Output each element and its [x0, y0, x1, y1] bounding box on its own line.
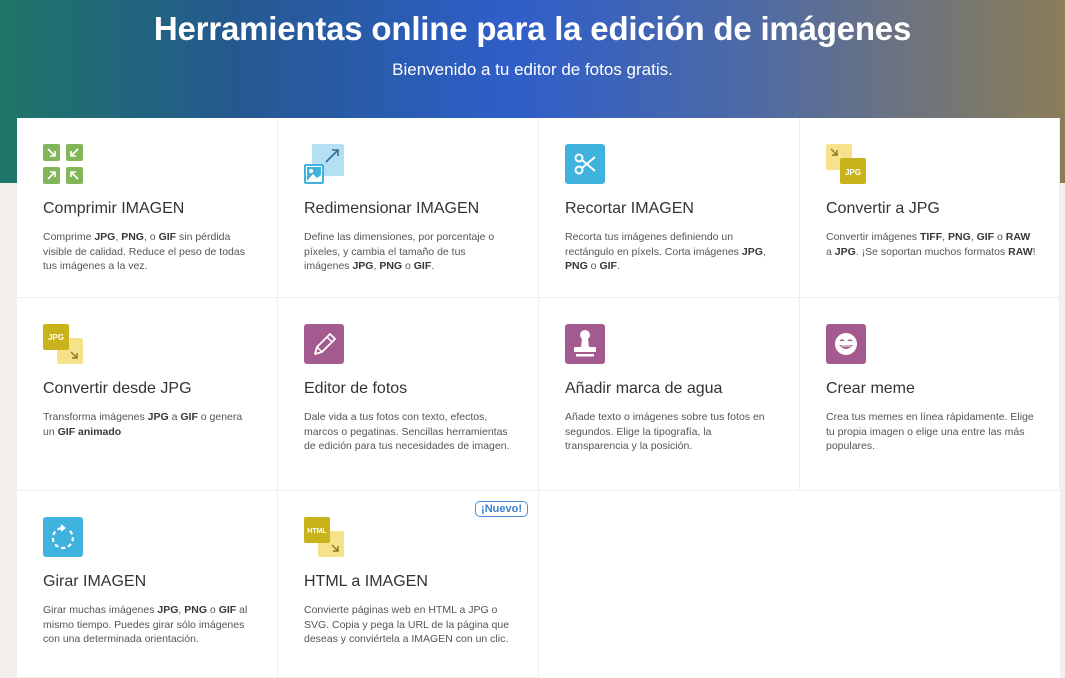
- tool-title: HTML a IMAGEN: [304, 573, 428, 590]
- tool-card-rotate[interactable]: Girar IMAGEN Girar muchas imágenes JPG, …: [17, 491, 278, 678]
- tool-description: Crea tus memes en línea rápidamente. Eli…: [826, 411, 1034, 452]
- tool-title: Comprimir IMAGEN: [43, 200, 185, 217]
- new-badge: ¡Nuevo!: [475, 501, 528, 517]
- html-to-image-icon: HTML: [304, 517, 344, 557]
- tools-grid: Comprimir IMAGEN Comprime JPG, PNG, o GI…: [17, 118, 1060, 678]
- meme-face-icon: [826, 324, 866, 364]
- tool-title: Editor de fotos: [304, 380, 408, 397]
- svg-text:JPG: JPG: [48, 333, 64, 342]
- tool-description: Recorta tus imágenes definiendo un rectá…: [565, 231, 766, 272]
- tool-description: Girar muchas imágenes JPG, PNG o GIF al …: [43, 604, 248, 645]
- tool-description: Convierte páginas web en HTML a JPG o SV…: [304, 604, 510, 645]
- tool-title: Girar IMAGEN: [43, 573, 147, 590]
- crop-icon: [565, 144, 605, 184]
- tool-title: Añadir marca de agua: [565, 380, 723, 397]
- pencil-icon: [304, 324, 344, 364]
- tool-card-convert-to-jpg[interactable]: JPG Convertir a JPG Convertir imágenes T…: [800, 118, 1060, 298]
- tool-card-watermark[interactable]: Añadir marca de agua Añade texto o imáge…: [539, 298, 800, 491]
- page-subtitle: Bienvenido a tu editor de fotos gratis.: [392, 60, 673, 79]
- convert-from-jpg-icon: JPG: [43, 324, 83, 364]
- resize-icon: [304, 144, 344, 184]
- tool-card-html-to-image[interactable]: ¡Nuevo! HTML HTML a IMAGEN Convierte pág…: [278, 491, 539, 678]
- tool-title: Recortar IMAGEN: [565, 200, 694, 217]
- tool-card-compress[interactable]: Comprimir IMAGEN Comprime JPG, PNG, o GI…: [17, 118, 278, 298]
- tool-description: Transforma imágenes JPG a GIF o genera u…: [43, 411, 243, 438]
- tool-title: Convertir desde JPG: [43, 380, 192, 397]
- tool-card-photo-editor[interactable]: Editor de fotos Dale vida a tus fotos co…: [278, 298, 539, 491]
- tool-description: Añade texto o imágenes sobre tus fotos e…: [565, 411, 765, 452]
- compress-icon: [43, 144, 83, 184]
- tool-card-convert-from-jpg[interactable]: JPG Convertir desde JPG Transforma imáge…: [17, 298, 278, 491]
- tool-description: Dale vida a tus fotos con texto, efectos…: [304, 411, 510, 452]
- rotate-icon: [43, 517, 83, 557]
- convert-to-jpg-icon: JPG: [826, 144, 866, 184]
- tool-card-resize[interactable]: Redimensionar IMAGEN Define las dimensio…: [278, 118, 539, 298]
- svg-text:HTML: HTML: [307, 528, 327, 535]
- tool-description: Define las dimensiones, por porcentaje o…: [304, 231, 495, 272]
- tool-description: Convertir imágenes TIFF, PNG, GIF o RAW …: [826, 231, 1036, 258]
- svg-text:JPG: JPG: [845, 168, 861, 177]
- tool-description: Comprime JPG, PNG, o GIF sin pérdida vis…: [43, 231, 245, 272]
- stamp-icon: [565, 324, 605, 364]
- tool-title: Crear meme: [826, 380, 915, 397]
- tool-card-crop[interactable]: Recortar IMAGEN Recorta tus imágenes def…: [539, 118, 800, 298]
- tool-title: Convertir a JPG: [826, 200, 940, 217]
- tool-card-meme[interactable]: Crear meme Crea tus memes en línea rápid…: [800, 298, 1060, 491]
- tool-title: Redimensionar IMAGEN: [304, 200, 480, 217]
- page-title: Herramientas online para la edición de i…: [153, 10, 912, 47]
